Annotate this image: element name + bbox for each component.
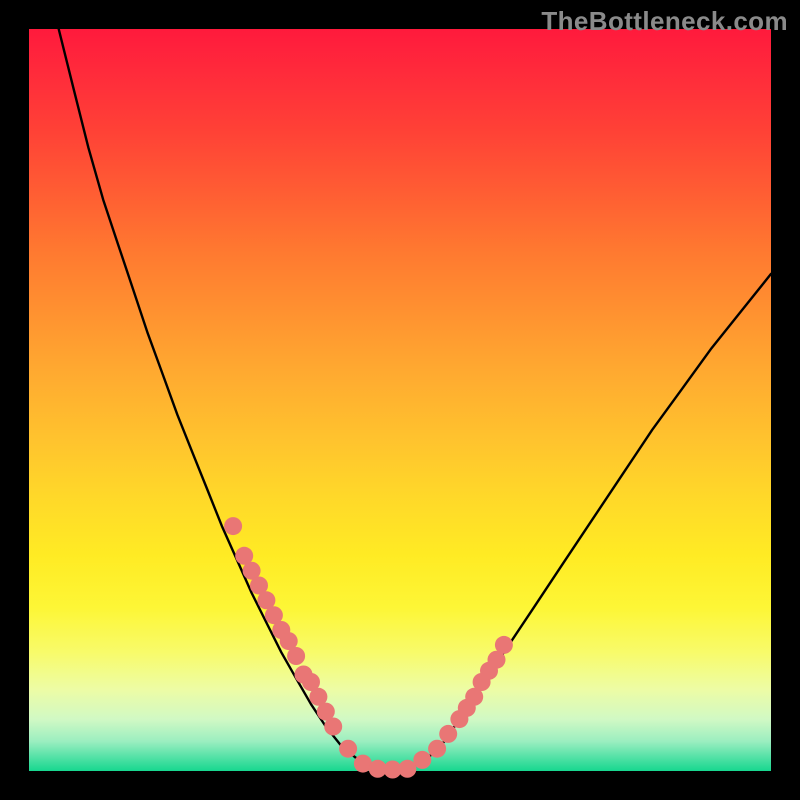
highlight-dot xyxy=(439,725,457,743)
curve-group xyxy=(59,29,771,770)
plot-area xyxy=(29,29,771,771)
highlight-dot xyxy=(324,718,342,736)
highlight-dot xyxy=(287,647,305,665)
bottleneck-curve-path xyxy=(59,29,771,770)
highlight-dot xyxy=(224,517,242,535)
highlight-dot xyxy=(413,751,431,769)
chart-svg xyxy=(29,29,771,771)
highlight-dot xyxy=(339,740,357,758)
watermark-text: TheBottleneck.com xyxy=(541,6,788,37)
dots-group xyxy=(224,517,513,778)
highlight-dot xyxy=(428,740,446,758)
highlight-dot xyxy=(495,636,513,654)
